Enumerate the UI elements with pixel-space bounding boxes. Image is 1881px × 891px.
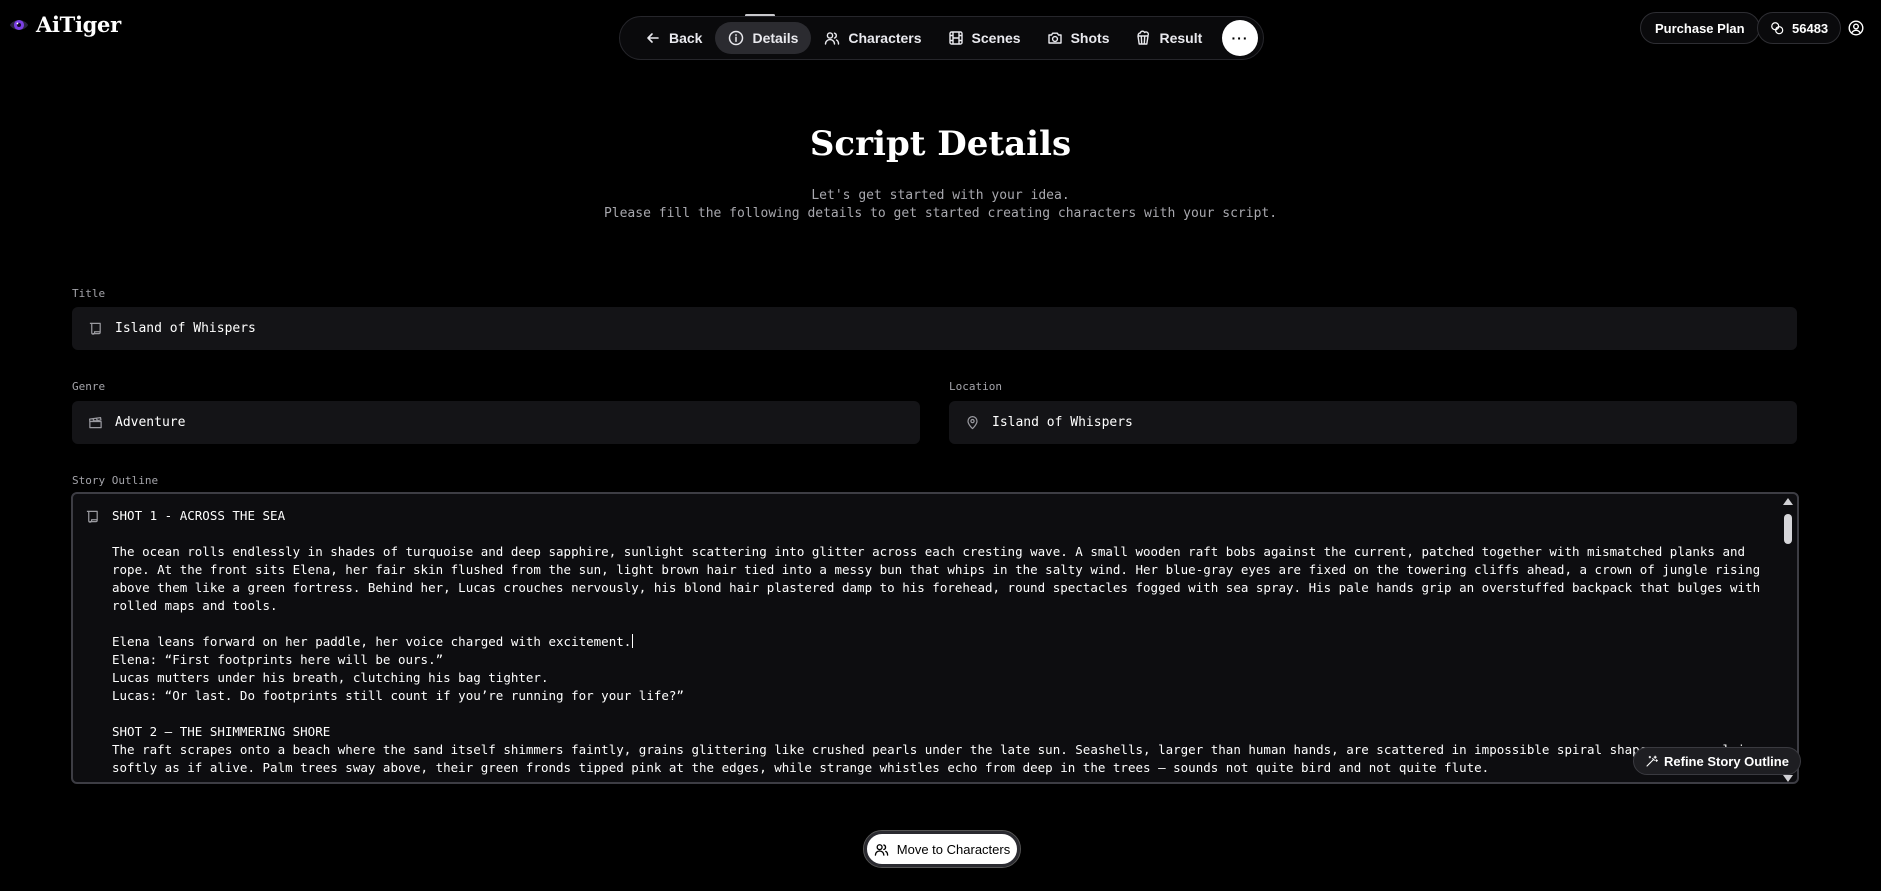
nav-shots-label: Shots: [1070, 30, 1110, 46]
scroll-down-arrow-icon[interactable]: [1783, 775, 1793, 782]
nav-details[interactable]: Details: [715, 22, 812, 54]
user-profile-icon[interactable]: [1848, 20, 1864, 36]
purchase-plan-label: Purchase Plan: [1655, 20, 1745, 36]
location-value: Island of Whispers: [992, 415, 1133, 430]
page-subtitle: Let's get started with your idea. Please…: [0, 187, 1881, 223]
nav-result[interactable]: Result: [1122, 22, 1215, 54]
scroll-script-icon: [86, 510, 98, 523]
outline-line: Lucas mutters under his breath, clutchin…: [112, 670, 549, 685]
subtitle-line-2: Please fill the following details to get…: [603, 206, 1278, 221]
move-to-characters-label: Move to Characters: [896, 841, 1011, 857]
location-input[interactable]: Island of Whispers: [949, 401, 1797, 444]
app-logo[interactable]: AiTiger: [8, 12, 121, 37]
credits-count: 56483: [1792, 20, 1829, 36]
scrollbar-thumb[interactable]: [1784, 514, 1792, 544]
tiger-eye-logo-icon: [9, 19, 29, 30]
nav-shots[interactable]: Shots: [1034, 22, 1123, 54]
nav-back-label: Back: [669, 30, 703, 46]
nav-back[interactable]: Back: [632, 22, 715, 54]
popcorn-icon: [1137, 30, 1150, 45]
title-label: Title: [72, 287, 106, 300]
users-icon: [874, 843, 889, 856]
map-pin-icon: [967, 415, 978, 430]
outline-line: Elena: “First footprints here will be ou…: [112, 652, 444, 667]
nav-result-label: Result: [1159, 30, 1203, 46]
outline-line-text: Elena leans forward on her paddle, her v…: [112, 634, 632, 649]
text-caret: [632, 634, 634, 648]
magic-wand-icon: [1646, 755, 1658, 767]
clapperboard-icon: [88, 417, 102, 429]
camera-icon: [1047, 32, 1062, 44]
nav-characters-label: Characters: [848, 30, 922, 46]
story-outline-textarea[interactable]: SHOT 1 - ACROSS THE SEA The ocean rolls …: [71, 492, 1799, 784]
outline-line: Elena leans forward on her paddle, her v…: [112, 633, 1770, 651]
genre-value: Adventure: [115, 415, 186, 430]
title-value: Island of Whispers: [115, 321, 256, 336]
story-outline-label: Story Outline: [72, 474, 159, 487]
coins-icon: [1771, 22, 1784, 35]
outline-scrollbar[interactable]: [1783, 498, 1793, 782]
more-options-button[interactable]: ···: [1222, 20, 1258, 56]
nav-scenes-label: Scenes: [971, 30, 1021, 46]
arrow-left-icon: [647, 33, 659, 43]
nav-details-label: Details: [752, 30, 799, 46]
users-icon: [825, 32, 840, 45]
step-navigation: Back Details Characters Scenes Shots Res…: [619, 16, 1264, 60]
app-name: AiTiger: [36, 12, 121, 37]
film-icon: [948, 31, 963, 45]
location-label: Location: [949, 380, 1002, 393]
scroll-up-arrow-icon[interactable]: [1783, 498, 1793, 505]
story-outline-text: SHOT 1 - ACROSS THE SEA The ocean rolls …: [112, 507, 1770, 777]
nav-characters[interactable]: Characters: [811, 22, 934, 54]
title-input[interactable]: Island of Whispers: [72, 307, 1797, 350]
shot-1-paragraph: The ocean rolls endlessly in shades of t…: [112, 544, 1761, 613]
genre-label: Genre: [72, 380, 106, 393]
refine-label: Refine Story Outline: [1664, 753, 1789, 769]
nav-scenes[interactable]: Scenes: [935, 22, 1034, 54]
refine-story-outline-button[interactable]: Refine Story Outline: [1633, 747, 1801, 775]
shot-2-heading: SHOT 2 — THE SHIMMERING SHORE: [112, 724, 331, 739]
genre-input[interactable]: Adventure: [72, 401, 920, 444]
shot-2-paragraph: The raft scrapes onto a beach where the …: [112, 742, 1761, 775]
purchase-plan-button[interactable]: Purchase Plan: [1640, 12, 1760, 44]
app-root: AiTiger Back Details Characters Scenes S…: [0, 0, 1881, 891]
outline-line: Lucas: “Or last. Do footprints still cou…: [112, 688, 684, 703]
move-to-characters-button[interactable]: Move to Characters: [863, 830, 1021, 868]
shot-1-heading: SHOT 1 - ACROSS THE SEA: [112, 508, 286, 523]
page-title: Script Details: [809, 124, 1072, 164]
credits-badge[interactable]: 56483: [1757, 12, 1842, 44]
subtitle-line-1: Let's get started with your idea.: [811, 188, 1070, 203]
scroll-script-icon: [89, 322, 101, 335]
info-icon: [729, 30, 744, 46]
